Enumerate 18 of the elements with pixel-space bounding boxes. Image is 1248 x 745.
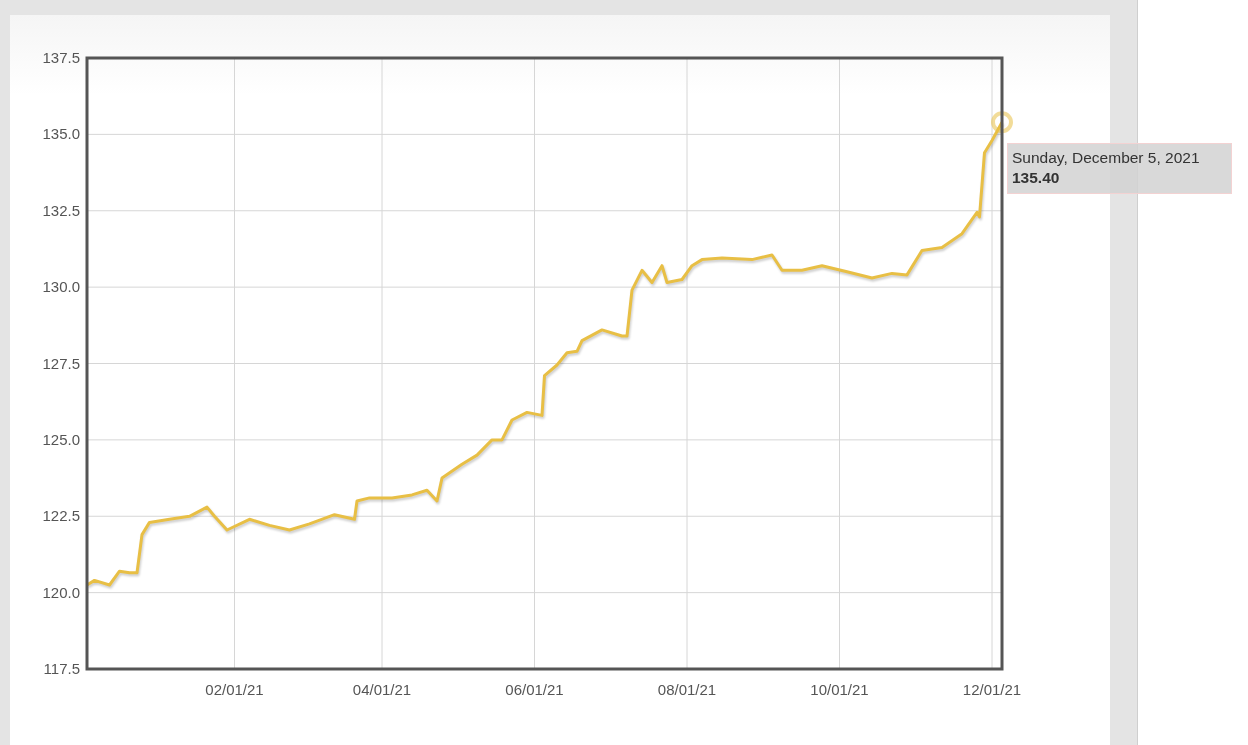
axis-label: 130.0	[42, 278, 80, 296]
tooltip-value: 135.40	[1012, 168, 1060, 188]
axis-label: 117.5	[43, 660, 80, 677]
axis-label: 12/01/21	[962, 681, 1022, 698]
axis-label: 137.5	[42, 49, 80, 66]
axis-label: 08/01/21	[657, 681, 717, 698]
point-marker	[991, 111, 1013, 134]
axis-label: 122.5	[42, 507, 80, 525]
axis-label: 10/01/21	[810, 681, 869, 698]
axis-label: 127.5	[42, 354, 80, 372]
axis-label: 135.0	[42, 125, 80, 143]
axis-label: 06/01/21	[505, 681, 564, 698]
axis-label: 120.0	[42, 583, 80, 601]
tooltip-date: Sunday, December 5, 2021	[1012, 148, 1200, 168]
axis-label: 125.0	[42, 430, 80, 448]
axis-label: 02/01/21	[205, 681, 264, 698]
axis-label: 132.5	[42, 201, 80, 219]
axis-label: 04/01/21	[352, 681, 412, 698]
